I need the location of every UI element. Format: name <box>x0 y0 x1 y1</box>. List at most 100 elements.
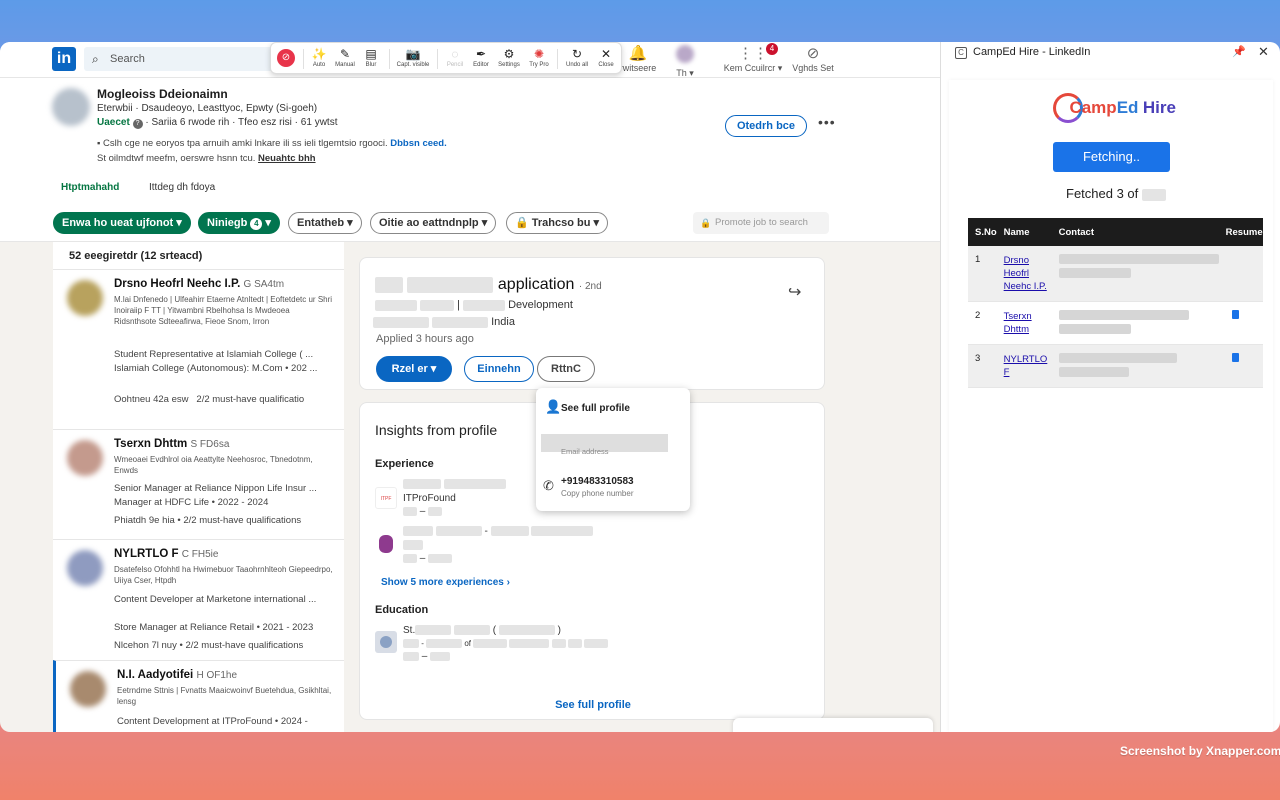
pencil-button[interactable]: ◌ Pencil <box>441 46 469 68</box>
list-item[interactable]: Tserxn Dhttm S FD6sa Wmeoaei Evdhlrol oi… <box>53 429 344 539</box>
see-full-profile-link[interactable]: See full profile <box>561 403 630 414</box>
capture-visible-button[interactable]: 📷 Capt. visible <box>396 46 430 68</box>
document-icon[interactable] <box>1231 353 1239 362</box>
email-label: Email address <box>561 447 609 456</box>
tab-job-details[interactable]: Ittdeg dh fdoya <box>149 182 215 193</box>
panel-titlebar: C CampEd Hire - LinkedIn 📌 ✕ <box>941 42 1280 64</box>
filter-chip-experience[interactable]: Oitie ao eattndnplp ▾ <box>370 212 497 234</box>
nav-me[interactable]: Th ▾ <box>668 45 702 79</box>
phone-number[interactable]: +919483310583 <box>561 476 634 487</box>
linkedin-logo[interactable]: in <box>52 47 76 71</box>
filter-chip-premium[interactable]: 🔒 Trahcso bu ▾ <box>506 212 609 234</box>
lock-icon: 🔒 <box>700 218 712 228</box>
experience-dates: – <box>403 506 443 517</box>
show-more-experiences-link[interactable]: Show 5 more experiences › <box>381 577 510 588</box>
button-label: Auto <box>312 62 326 68</box>
toolbar-divider <box>389 49 390 69</box>
bell-icon: 🔔 <box>628 45 648 62</box>
chevron-down-icon: ▾ <box>265 217 271 229</box>
meta-time: Oohtneu 42a esw <box>114 394 189 405</box>
blur-button[interactable]: ▤ Blur <box>357 46 385 68</box>
degree-of: of <box>464 639 472 648</box>
applicant-headline: Eetrndme Sttnis | Fvnatts Maaicwoinvf Bu… <box>117 686 332 706</box>
table-header-row: S.No Name Contact Resume <box>968 218 1263 246</box>
filter-count-badge: 4 <box>250 218 263 230</box>
nav-business[interactable]: ⋮⋮ 4 Kem Ccuilrcr ▾ <box>720 43 786 74</box>
list-item[interactable]: Drsno Heofrl Neehc I.P. G SA4tm M.lai Dn… <box>53 269 344 429</box>
manual-blur-button[interactable]: ✎ Manual <box>331 46 359 68</box>
filter-chip-location[interactable]: Entatheb ▾ <box>288 212 362 234</box>
chevron-down-icon: ▾ <box>481 217 488 229</box>
button-label: Try Pro <box>529 62 549 68</box>
copy-phone-label[interactable]: Copy phone number <box>561 489 634 498</box>
chevron-down-icon: ▾ <box>593 217 600 229</box>
resume-cell <box>1218 246 1263 302</box>
candidate-name-link[interactable]: Drsno Heofrl Neehc I.P. <box>1004 254 1052 293</box>
document-icon[interactable] <box>1231 310 1239 319</box>
tab-applicants[interactable]: Htptmahahd <box>61 182 120 204</box>
header-action-button[interactable]: Otedrh bce <box>725 115 807 137</box>
auto-blur-button[interactable]: ✨ Auto <box>305 46 333 68</box>
share-icon[interactable]: ↪ <box>788 282 801 302</box>
camped-hire-panel: C CampEd Hire - LinkedIn 📌 ✕ CampEd Hire… <box>940 42 1280 732</box>
chip-label: Oitie ao eattndnplp <box>379 217 479 229</box>
role-text: application <box>497 276 575 293</box>
lock-icon: 🔒 <box>515 217 529 229</box>
column-header: Resume <box>1218 218 1263 246</box>
candidate-note: ▪ Cslh cge ne eoryos tpa arnuih amki lnk… <box>97 138 447 149</box>
camped-hire-logo: CampEd Hire <box>1053 93 1176 123</box>
search-input[interactable]: ⌕ Search <box>84 47 274 71</box>
note-link[interactable]: Dbbsn ceed. <box>390 138 447 149</box>
experience-heading: Experience <box>375 458 434 470</box>
filter-chip-ratings[interactable]: Niniegb 4 ▾ <box>198 212 280 234</box>
pin-icon[interactable]: 📌 <box>1232 45 1246 58</box>
button-label: Pencil <box>446 62 464 68</box>
education-school: St. ( ) <box>403 625 562 636</box>
message-button[interactable]: Einnehn <box>464 356 534 382</box>
school-prefix: St. <box>403 625 416 636</box>
panel-content: CampEd Hire Fetching.. Fetched 3 of S.No… <box>949 80 1273 732</box>
promote-job-button[interactable]: 🔒 Promote job to search <box>693 212 829 234</box>
close-icon[interactable]: ✕ <box>1258 44 1269 60</box>
messaging-bar[interactable] <box>733 718 933 732</box>
nav-notifications[interactable]: 🔔 rwitseere <box>616 45 660 73</box>
button-label: Settings <box>498 62 520 68</box>
avatar <box>67 280 103 316</box>
table-row: 2 Tserxn Dhttm <box>968 301 1263 345</box>
fetching-button[interactable]: Fetching.. <box>1053 142 1170 172</box>
close-toolbar-button[interactable]: ✕ Close <box>592 46 620 68</box>
editor-button[interactable]: ✒ Editor <box>467 46 495 68</box>
disable-icon[interactable]: ⊘ <box>277 49 295 67</box>
try-pro-button[interactable]: ✺ Try Pro <box>525 46 553 68</box>
nav-explore[interactable]: ⊘ Vghds Set <box>790 45 836 73</box>
rate-applicant-button[interactable]: Rzel er ▾ <box>376 356 452 382</box>
candidate-header: Mogleoiss Ddeionaimn Eterwbii · Dsaudeoy… <box>0 78 940 216</box>
headline-text: Development <box>508 299 573 311</box>
pro-badge-icon: ✺ <box>533 47 545 61</box>
filter-chip-sort[interactable]: Enwa ho ueat ujfonot ▾ <box>53 212 191 234</box>
meta-qualifications: • 2/2 must-have qualifications <box>179 640 304 651</box>
contact-button[interactable]: RttnC <box>537 356 595 382</box>
list-item[interactable]: NYLRTLO F C FH5ie Dsatefelso Ofohhtl ha … <box>53 539 344 660</box>
more-options-icon[interactable]: ••• <box>818 114 836 130</box>
chip-label: Enwa ho ueat ujfonot <box>62 217 174 229</box>
list-item[interactable]: N.I. Aadyotifei H OF1he Eetrndme Sttnis … <box>53 660 344 732</box>
fetch-progress: Fetched 3 of <box>1066 186 1166 201</box>
applicant-name: N.I. Aadyotifei H OF1he <box>117 669 237 681</box>
resume-cell <box>1218 344 1263 388</box>
candidate-name-link[interactable]: Tserxn Dhttm <box>1004 310 1052 336</box>
candidate-name-link[interactable]: NYLRTLO F <box>1004 353 1052 379</box>
meta-qualifications: • 2/2 must-have qualifications <box>177 515 302 526</box>
name-text: Drsno Heofrl Neehc I.P. <box>114 278 241 290</box>
name-suffix: G SA4tm <box>243 279 285 290</box>
settings-button[interactable]: ⚙ Settings <box>495 46 523 68</box>
name-suffix: H OF1he <box>196 670 238 681</box>
see-full-profile-link[interactable]: See full profile <box>360 699 826 711</box>
button-label: Editor <box>473 62 489 68</box>
app-favicon-icon: C <box>955 47 967 59</box>
note-link[interactable]: Neuahtc bhh <box>258 153 316 164</box>
undo-all-button[interactable]: ↻ Undo all <box>563 46 591 68</box>
candidate-name: Mogleoiss Ddeionaimn <box>97 87 228 101</box>
help-icon[interactable]: ? <box>132 119 143 129</box>
meta-time: Nlcehon 7l nuy <box>114 640 177 651</box>
